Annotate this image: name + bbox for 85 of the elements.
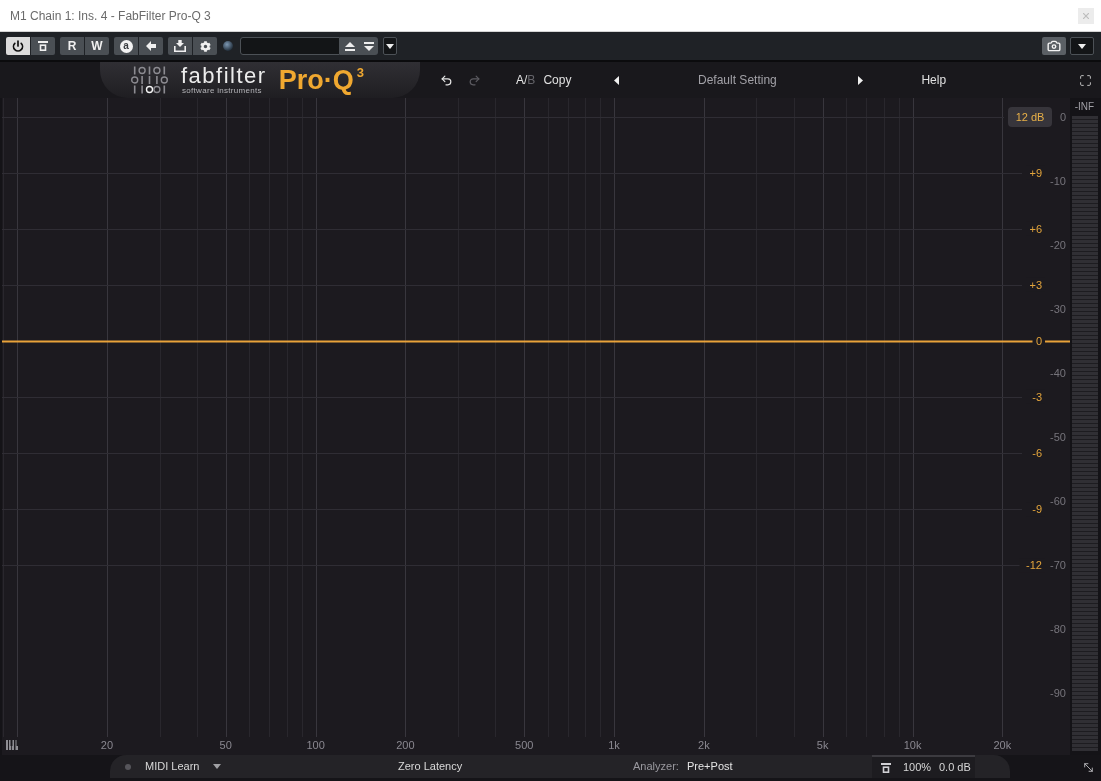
frequency-label: 50 <box>219 739 232 751</box>
fullscreen-button[interactable] <box>1078 73 1092 87</box>
write-button[interactable]: W <box>85 37 109 55</box>
level-scale-label: -30 <box>1050 303 1066 316</box>
frequency-label: 20 <box>100 739 114 751</box>
frequency-label: 200 <box>396 739 415 751</box>
previous-preset-button[interactable] <box>613 75 621 85</box>
power-button[interactable] <box>6 37 30 55</box>
resize-button[interactable] <box>1081 760 1095 774</box>
level-scale-label: -10 <box>1050 175 1066 188</box>
gain-label: -9 <box>1032 503 1042 516</box>
frequency-label: 500 <box>515 739 534 751</box>
window-title: M1 Chain 1: Ins. 4 - FabFilter Pro-Q 3 <box>10 7 211 25</box>
range-button[interactable]: 12 dB <box>1008 107 1052 127</box>
dots-logo-icon <box>131 66 168 94</box>
right-triangle-icon <box>858 75 864 85</box>
ab-separator: / <box>524 72 528 89</box>
caret-icon <box>1078 43 1086 49</box>
camera-button[interactable] <box>1042 37 1066 55</box>
power-icon <box>12 40 24 52</box>
dropdown-button[interactable] <box>383 37 397 55</box>
product-version: 3 <box>356 66 364 79</box>
up-triangle-icon <box>344 41 355 51</box>
read-button[interactable]: R <box>60 37 84 55</box>
close-icon <box>1083 12 1089 19</box>
settings-button[interactable] <box>193 37 217 55</box>
copy-button[interactable]: Copy <box>543 71 574 89</box>
level-scale-label: 0 <box>1059 111 1066 124</box>
caret-icon <box>386 43 394 49</box>
gain-label: -12 <box>1026 559 1042 572</box>
dropdown-button[interactable] <box>1070 37 1094 55</box>
gain-label: -3 <box>1032 390 1042 403</box>
output-scale-button[interactable]: 100% <box>903 759 935 776</box>
brand-tagline: software instruments <box>182 86 262 95</box>
bypass-button[interactable] <box>31 37 55 55</box>
undo-button[interactable] <box>439 73 453 87</box>
product-name: Pro·Q <box>278 66 354 94</box>
arrow-button[interactable] <box>139 37 163 55</box>
next-button[interactable] <box>359 37 378 55</box>
output-gain-button[interactable]: 0.0 dB <box>939 759 971 776</box>
frequency-label: 100 <box>306 739 325 751</box>
level-scale-label: -20 <box>1050 239 1066 252</box>
level-scale-label: -90 <box>1050 686 1066 699</box>
auto-button[interactable]: a <box>114 37 138 55</box>
gain-label: 0 <box>1035 334 1042 347</box>
gain-label: +6 <box>1029 222 1042 235</box>
brand-name: fabfilter <box>181 65 267 86</box>
indicator-dot-icon <box>223 41 233 51</box>
preset-field[interactable] <box>240 37 340 55</box>
meter-reading: -INF <box>1074 101 1095 113</box>
midi-learn-button[interactable]: MIDI Learn <box>145 758 207 775</box>
frequency-label: 10k <box>903 739 922 751</box>
level-scale-label: -40 <box>1050 367 1066 380</box>
routing-button[interactable] <box>168 37 192 55</box>
frequency-label: 20k <box>993 739 1012 751</box>
latency-button[interactable]: Zero Latency <box>398 758 478 775</box>
caret-icon <box>213 764 221 769</box>
settings-icon <box>199 40 211 52</box>
level-scale-label: -60 <box>1050 494 1066 507</box>
left-arrow-icon <box>146 41 156 51</box>
down-triangle-icon <box>363 41 374 51</box>
fullscreen-icon <box>1078 73 1092 87</box>
gain-label: +9 <box>1029 166 1042 179</box>
gain-label: -6 <box>1032 447 1042 459</box>
frequency-label: 5k <box>816 739 829 751</box>
help-button[interactable]: Help <box>921 71 947 89</box>
level-scale-label: -80 <box>1050 622 1066 635</box>
frequency-label: 2k <box>698 739 710 751</box>
undo-icon <box>439 73 453 87</box>
down-arrow-bracket-icon <box>174 40 186 52</box>
gain-label: +3 <box>1029 278 1042 291</box>
frequency-label: 1k <box>608 739 620 751</box>
redo-icon <box>467 73 481 87</box>
previous-button[interactable] <box>340 37 359 55</box>
analyzer-label: Analyzer: <box>633 759 680 775</box>
level-scale-label: -70 <box>1050 558 1066 571</box>
camera-icon <box>1047 39 1061 53</box>
analyzer-button[interactable]: Pre+Post <box>687 758 737 775</box>
resize-icon <box>1081 760 1095 774</box>
piano-keys-icon[interactable] <box>6 740 18 750</box>
left-triangle-icon <box>614 75 620 85</box>
ab-option[interactable]: A <box>516 71 524 89</box>
level-scale-label: -50 <box>1050 431 1066 443</box>
preset-name[interactable]: Default Setting <box>620 71 855 89</box>
next-preset-button[interactable] <box>857 75 865 85</box>
